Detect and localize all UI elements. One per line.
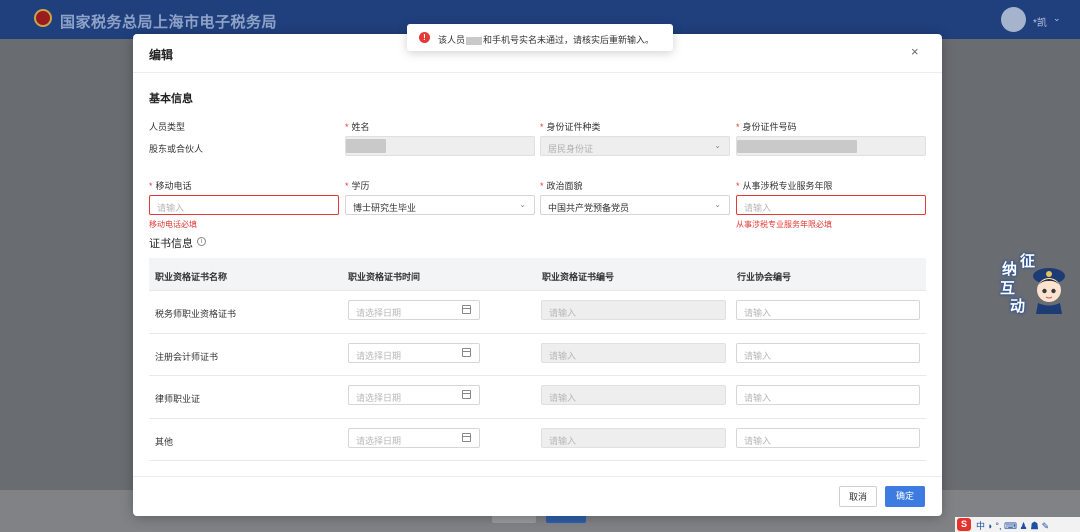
header-cert-name: 职业资格证书名称 <box>155 272 228 282</box>
cert-name-cpa: 注册会计师证书 <box>155 352 219 362</box>
cert-name-lawyer: 律师职业证 <box>155 394 201 404</box>
assoc-number-input[interactable]: 请输入 <box>736 300 920 320</box>
row-divider <box>149 290 926 291</box>
political-label: * 政治面貌 <box>540 181 583 191</box>
row-divider <box>149 375 926 376</box>
id-type-label: * 身份证件种类 <box>540 122 601 132</box>
chevron-down-icon: ⌄ <box>714 141 721 150</box>
dialog-title: 编辑 <box>149 48 174 62</box>
error-toast: ! 该人员 和手机号实名未通过，请核实后重新输入。 <box>407 24 673 51</box>
cert-info-title: 证书信息 <box>149 238 193 250</box>
row-divider <box>149 460 926 461</box>
political-select[interactable]: 中国共产党预备党员 ⌄ <box>540 195 730 215</box>
cert-number-input: 请输入 <box>541 300 726 320</box>
person-type-value: 股东或合伙人 <box>149 144 204 154</box>
user-avatar-icon[interactable] <box>1001 7 1026 32</box>
number-placeholder: 请输入 <box>549 308 577 318</box>
service-years-error: 从事涉税专业服务年限必填 <box>736 220 832 229</box>
cert-date-picker[interactable]: 请选择日期 <box>348 385 480 405</box>
assoc-number-input[interactable]: 请输入 <box>736 343 920 363</box>
assoc-placeholder: 请输入 <box>744 436 772 446</box>
cert-number-input: 请输入 <box>541 428 726 448</box>
confirm-button[interactable]: 确定 <box>885 486 925 507</box>
info-icon[interactable]: i <box>197 237 206 246</box>
id-type-value: 居民身份证 <box>548 144 594 154</box>
sogou-ime-logo-icon[interactable]: S <box>957 518 971 531</box>
service-years-label: * 从事涉税专业服务年限 <box>736 181 833 191</box>
row-divider <box>149 333 926 334</box>
basic-info-title: 基本信息 <box>149 93 193 105</box>
number-placeholder: 请输入 <box>549 436 577 446</box>
id-number-label: * 身份证件号码 <box>736 122 797 132</box>
chevron-down-icon: ⌄ <box>714 200 721 209</box>
service-years-placeholder: 请输入 <box>744 203 772 213</box>
mobile-error: 移动电话必填 <box>149 220 197 229</box>
calendar-icon <box>462 433 471 442</box>
masked-person-name <box>466 36 483 45</box>
cert-date-picker[interactable]: 请选择日期 <box>348 343 480 363</box>
tax-emblem-icon <box>34 9 52 27</box>
assoc-placeholder: 请输入 <box>744 393 772 403</box>
tax-officer-mascot-icon[interactable] <box>1028 262 1070 314</box>
date-placeholder: 请选择日期 <box>356 351 402 361</box>
mobile-label: * 移动电话 <box>149 181 192 191</box>
cert-number-input: 请输入 <box>541 385 726 405</box>
header-cert-date: 职业资格证书时间 <box>348 272 421 282</box>
education-label: * 学历 <box>345 181 370 191</box>
name-field <box>345 136 535 156</box>
cert-date-picker[interactable]: 请选择日期 <box>348 428 480 448</box>
person-type-label: 人员类型 <box>149 122 186 132</box>
mobile-placeholder: 请输入 <box>157 203 185 213</box>
header-assoc-number: 行业协会编号 <box>737 272 792 282</box>
mascot-char: 动 <box>1010 298 1026 315</box>
calendar-icon <box>462 390 471 399</box>
ime-status-icons[interactable]: 中 ◗ °, ⌨ ♟ ☗ ✎ <box>976 519 1049 532</box>
cancel-button[interactable]: 取消 <box>839 486 877 507</box>
toast-message: 该人员 和手机号实名未通过，请核实后重新输入。 <box>438 35 655 45</box>
masked-id-number <box>737 140 857 153</box>
user-name[interactable]: *凯 <box>1033 14 1047 29</box>
close-icon[interactable]: × <box>911 44 919 59</box>
name-label: * 姓名 <box>345 122 370 132</box>
mascot-char: 纳 <box>1002 261 1018 278</box>
education-value: 博士研究生毕业 <box>353 203 417 213</box>
assoc-placeholder: 请输入 <box>744 351 772 361</box>
assoc-number-input[interactable]: 请输入 <box>736 385 920 405</box>
service-years-input[interactable]: 请输入 <box>736 195 926 215</box>
row-divider <box>149 418 926 419</box>
id-number-field <box>736 136 926 156</box>
assoc-placeholder: 请输入 <box>744 308 772 318</box>
header-cert-number: 职业资格证书编号 <box>542 272 615 282</box>
masked-name <box>346 139 386 153</box>
assoc-number-input[interactable]: 请输入 <box>736 428 920 448</box>
mobile-input[interactable]: 请输入 <box>149 195 339 215</box>
calendar-icon <box>462 305 471 314</box>
cert-table-header <box>149 258 926 290</box>
date-placeholder: 请选择日期 <box>356 308 402 318</box>
date-placeholder: 请选择日期 <box>356 393 402 403</box>
chevron-down-icon: ⌄ <box>519 200 526 209</box>
education-select[interactable]: 博士研究生毕业 ⌄ <box>345 195 535 215</box>
cert-number-input: 请输入 <box>541 343 726 363</box>
cert-name-other: 其他 <box>155 437 174 447</box>
number-placeholder: 请输入 <box>549 393 577 403</box>
error-icon: ! <box>419 32 430 43</box>
chevron-down-icon[interactable]: ⌄ <box>1053 13 1061 24</box>
cert-name-tax-advisor: 税务师职业资格证书 <box>155 309 237 319</box>
id-type-select: 居民身份证 ⌄ <box>540 136 730 156</box>
political-value: 中国共产党预备党员 <box>548 203 630 213</box>
site-title: 国家税务总局上海市电子税务局 <box>60 14 278 31</box>
date-placeholder: 请选择日期 <box>356 436 402 446</box>
number-placeholder: 请输入 <box>549 351 577 361</box>
dialog-footer-divider <box>133 476 942 477</box>
calendar-icon <box>462 348 471 357</box>
cert-date-picker[interactable]: 请选择日期 <box>348 300 480 320</box>
